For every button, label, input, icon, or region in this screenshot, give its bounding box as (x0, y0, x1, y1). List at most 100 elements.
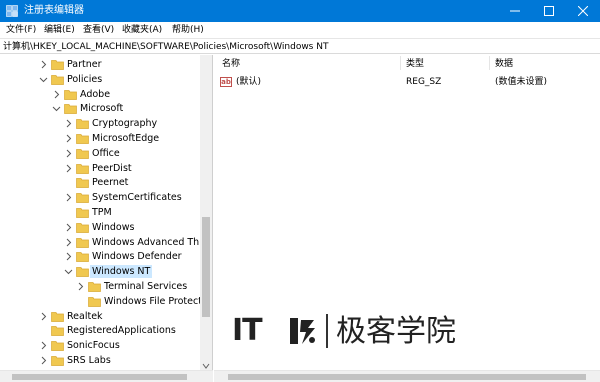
tree-item[interactable]: SRS Labs (0, 353, 200, 368)
column-separator[interactable] (400, 56, 401, 70)
chevron-right-icon[interactable] (39, 355, 48, 366)
tree-item-label: Windows File Protectic (104, 295, 210, 307)
close-button[interactable] (566, 0, 600, 22)
tree-item[interactable]: Windows (0, 220, 200, 235)
values-hscroll-thumb[interactable] (228, 374, 586, 380)
tree-horizontal-scrollbar[interactable] (0, 370, 213, 382)
column-name-header[interactable]: 名称 (222, 58, 240, 70)
window-title: 注册表编辑器 (24, 5, 84, 16)
tree-scrollbar-thumb[interactable] (202, 217, 210, 317)
address-bar[interactable]: 计算机\HKEY_LOCAL_MACHINE\SOFTWARE\Policies… (0, 38, 600, 54)
chevron-down-icon[interactable] (64, 266, 73, 277)
scroll-down-arrow-icon[interactable] (202, 362, 210, 370)
close-icon (578, 6, 588, 16)
tree-item[interactable]: Windows File Protectic (0, 294, 210, 309)
tree-item[interactable]: Realtek (0, 309, 200, 324)
tree-item[interactable]: Peernet (0, 175, 200, 190)
value-row[interactable]: ab (默认) REG_SZ (数值未设置) (214, 74, 600, 89)
chevron-right-icon[interactable] (39, 59, 48, 70)
watermark-brand: 极客学院 (336, 314, 456, 349)
folder-icon (64, 89, 77, 100)
address-path[interactable]: 计算机\HKEY_LOCAL_MACHINE\SOFTWARE\Policies… (3, 41, 328, 53)
chevron-right-icon[interactable] (39, 311, 48, 322)
registry-key-tree[interactable]: Partner Policies Adobe Microsoft Cryptograph… (0, 55, 213, 372)
tree-item[interactable]: Windows Advanced Threa (0, 235, 212, 250)
tree-item-label: Cryptography (92, 118, 158, 130)
tree-item[interactable]: RegisteredApplications (0, 323, 200, 338)
folder-icon (76, 178, 89, 189)
chevron-right-icon[interactable] (64, 148, 73, 159)
chevron-right-icon[interactable] (64, 192, 73, 203)
column-data-header[interactable]: 数据 (495, 58, 513, 70)
folder-icon (76, 222, 89, 233)
chevron-down-icon[interactable] (52, 103, 61, 114)
chevron-down-icon[interactable] (39, 74, 48, 85)
tree-item-label: Microsoft (80, 103, 124, 115)
menu-edit[interactable]: 编辑(E) (44, 24, 75, 36)
folder-icon (76, 134, 89, 144)
folder-icon (51, 60, 64, 70)
tree-item[interactable]: SystemCertificates (0, 190, 200, 205)
minimize-button[interactable] (498, 0, 532, 22)
folder-icon (76, 267, 89, 278)
tree-item-label: Windows Advanced Threa (92, 236, 213, 248)
tree-item[interactable]: Terminal Services (0, 279, 200, 294)
watermark-logo: IT 极客学院 (232, 310, 502, 358)
folder-icon (64, 104, 77, 115)
folder-icon (76, 119, 89, 130)
chevron-right-icon[interactable] (64, 118, 73, 129)
folder-icon (51, 356, 64, 366)
maximize-button[interactable] (532, 0, 566, 22)
tree-item-label: MicrosoftEdge (92, 133, 160, 144)
tree-item-label: SRS Labs (67, 355, 111, 366)
column-separator[interactable] (489, 56, 490, 70)
tree-item-label: Terminal Services (104, 281, 188, 292)
folder-icon (51, 74, 64, 85)
folder-icon (76, 148, 89, 159)
value-type: REG_SZ (406, 77, 442, 87)
value-name: (默认) (236, 77, 262, 87)
folder-icon (88, 282, 101, 292)
tree-item-label: RegisteredApplications (67, 325, 176, 337)
menu-favorites[interactable]: 收藏夹(A) (122, 24, 162, 36)
values-horizontal-scrollbar[interactable] (214, 370, 600, 382)
chevron-right-icon[interactable] (64, 237, 73, 248)
chevron-right-icon[interactable] (64, 251, 73, 262)
maximize-icon (544, 6, 554, 16)
tree-item[interactable]: Policies (0, 72, 200, 87)
menu-view[interactable]: 查看(V) (83, 24, 114, 36)
tree-vertical-scrollbar[interactable] (200, 55, 212, 372)
menu-help[interactable]: 帮助(H) (172, 24, 204, 36)
tree-item[interactable]: MicrosoftEdge (0, 131, 200, 146)
chevron-right-icon[interactable] (64, 222, 73, 233)
chevron-right-icon[interactable] (76, 281, 85, 292)
tree-item-label: Policies (67, 73, 103, 85)
menu-file[interactable]: 文件(F) (6, 24, 36, 36)
tree-item[interactable]: Windows Defender (0, 249, 200, 264)
chevron-right-icon[interactable] (64, 163, 73, 174)
chevron-right-icon[interactable] (39, 340, 48, 351)
tree-item-label: Windows NT (90, 265, 153, 279)
tree-item[interactable]: TPM (0, 205, 200, 220)
column-type-header[interactable]: 类型 (406, 58, 424, 70)
tree-item-label: Office (92, 147, 120, 159)
watermark-divider (326, 314, 328, 348)
tree-item[interactable]: PeerDist (0, 161, 200, 176)
tree-item[interactable]: SonicFocus (0, 338, 200, 353)
chevron-right-icon[interactable] (52, 89, 61, 100)
tree-item-label: Windows (92, 221, 135, 233)
tree-item[interactable]: Cryptography (0, 116, 200, 131)
tree-item[interactable]: Adobe (0, 87, 200, 102)
tree-hscroll-thumb[interactable] (12, 374, 187, 380)
tree-item[interactable]: Office (0, 146, 200, 161)
tree-item-label: Realtek (67, 310, 103, 322)
tree-item[interactable]: Microsoft (0, 101, 200, 116)
folder-icon (76, 193, 89, 204)
chevron-right-icon[interactable] (64, 133, 73, 144)
tree-item-label: Adobe (80, 88, 111, 100)
tree-item[interactable]: Windows NT (0, 264, 200, 279)
folder-icon (76, 163, 89, 174)
watermark-seal-icon (290, 318, 315, 344)
tree-item[interactable]: Partner (0, 57, 200, 72)
folder-icon (76, 252, 89, 263)
